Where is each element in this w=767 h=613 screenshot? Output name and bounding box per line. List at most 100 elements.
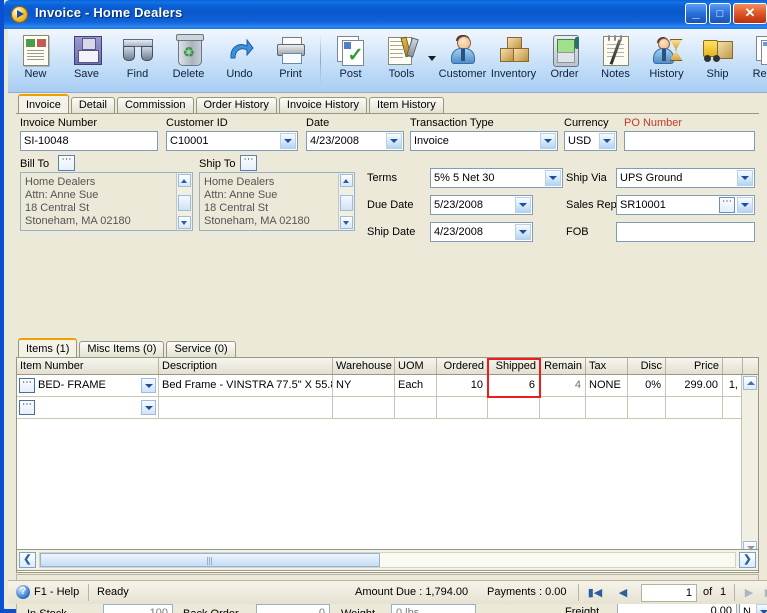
scroll-thumb[interactable] [178,195,191,211]
cell-uom[interactable] [395,397,437,418]
column-header-warehouse[interactable]: Warehouse [333,358,395,374]
table-row[interactable]: ⋯ [17,397,758,419]
ship-to-address[interactable]: Home Dealers Attn: Anne Sue 18 Central St S… [199,172,355,231]
invoice-number-input[interactable]: SI-10048 [20,131,158,151]
cell-shipped[interactable]: 6 [488,375,540,396]
close-button[interactable]: ✕ [733,3,767,24]
toolbar-button-order[interactable]: Order [539,31,590,91]
toolbar-button-save[interactable]: Save [61,31,112,91]
cell-tax[interactable]: NONE [586,375,628,396]
item-lookup-button[interactable]: ⋯ [19,400,35,415]
column-header-tax[interactable]: Tax [586,358,628,374]
cell-ordered[interactable]: 10 [437,375,488,396]
next-record-icon[interactable]: ▶ [739,584,759,602]
cell-item-number[interactable]: ⋯ BED- FRAME [17,375,159,396]
tab-invoice[interactable]: Invoice [18,94,69,113]
scroll-left-icon[interactable]: ❮ [19,552,36,568]
po-number-input[interactable] [624,131,755,151]
toolbar-button-new[interactable]: New [10,31,61,91]
cell-extended[interactable]: 1, [723,375,743,396]
toolbar-button-find[interactable]: Find [112,31,163,91]
scroll-thumb[interactable] [340,195,353,211]
ship-via-combo[interactable]: UPS Ground [616,168,755,188]
cell-item-number[interactable]: ⋯ [17,397,159,418]
item-lookup-button[interactable]: ⋯ [19,378,35,393]
ship-to-lookup-button[interactable]: ⋯ [240,155,257,171]
hscroll-track[interactable] [39,552,736,568]
previous-record-icon[interactable]: ◀ [613,584,633,602]
chevron-down-icon[interactable] [540,133,556,149]
column-header-description[interactable]: Description [159,358,333,374]
cell-description[interactable] [159,397,333,418]
sales-rep-combo[interactable]: SR10001 ⋯ [616,195,755,215]
toolbar-button-history[interactable]: History [641,31,692,91]
chevron-down-icon[interactable] [515,224,531,240]
cell-price[interactable]: 299.00 [666,375,723,396]
sales-rep-lookup-button[interactable]: ⋯ [719,197,735,213]
bill-to-lookup-button[interactable]: ⋯ [58,155,75,171]
cell-uom[interactable]: Each [395,375,437,396]
scroll-up-icon[interactable] [340,174,353,187]
grid-vertical-scrollbar[interactable] [741,375,758,556]
column-header-extended[interactable] [723,358,743,374]
scroll-down-icon[interactable] [340,216,353,229]
transaction-type-combo[interactable]: Invoice [410,131,558,151]
grid-horizontal-scrollbar[interactable]: ❮ ❯ [16,549,759,571]
column-header-item-number[interactable]: Item Number [17,358,159,374]
minimize-button[interactable]: _ [685,3,707,24]
toolbar-button-inventory[interactable]: Inventory [488,31,539,91]
column-header-ordered[interactable]: Ordered [437,358,488,374]
chevron-down-icon[interactable] [141,400,156,415]
tab-order-history[interactable]: Order History [195,97,277,113]
ship-to-scrollbar[interactable] [338,173,354,230]
column-header-price[interactable]: Price [666,358,723,374]
tools-dropdown-caret-icon[interactable] [427,31,437,91]
cell-description[interactable]: Bed Frame - VINSTRA 77.5" X 55.87 [159,375,333,396]
cell-ordered[interactable] [437,397,488,418]
cell-extended[interactable] [723,397,743,418]
tab-invoice-history[interactable]: Invoice History [278,97,368,113]
chevron-down-icon[interactable] [515,197,531,213]
column-header-shipped[interactable]: Shipped [488,358,540,374]
tab-detail[interactable]: Detail [70,97,115,113]
chevron-down-icon[interactable] [545,170,561,186]
chevron-down-icon[interactable] [756,604,767,613]
chevron-down-icon[interactable] [141,378,156,393]
tab-service[interactable]: Service (0) [166,341,236,357]
tab-misc-items[interactable]: Misc Items (0) [79,341,165,357]
table-row[interactable]: ⋯ BED- FRAME Bed Frame - VINSTRA 77.5" X… [17,375,758,397]
toolbar-button-tools[interactable]: Tools [376,31,427,91]
cell-warehouse[interactable]: NY [333,375,395,396]
toolbar-button-ship[interactable]: Ship [692,31,743,91]
date-picker[interactable]: 4/23/2008 [306,131,404,151]
scroll-up-icon[interactable] [743,376,757,390]
chevron-down-icon[interactable] [386,133,402,149]
help-link[interactable]: ? F1 - Help [16,585,79,599]
column-header-remain[interactable]: Remain [540,358,586,374]
scroll-down-icon[interactable] [178,216,191,229]
cell-disc[interactable]: 0% [628,375,666,396]
chevron-down-icon[interactable] [737,197,753,213]
toolbar-button-post[interactable]: ✓ Post [325,31,376,91]
first-record-icon[interactable]: ▮◀ [585,584,605,602]
toolbar-button-customer[interactable]: Customer [437,31,488,91]
toolbar-button-notes[interactable]: Notes [590,31,641,91]
tab-item-history[interactable]: Item History [369,97,444,113]
bill-to-address[interactable]: Home Dealers Attn: Anne Sue 18 Central St S… [20,172,193,231]
currency-combo[interactable]: USD [564,131,617,151]
cell-warehouse[interactable] [333,397,395,418]
record-number-input[interactable]: 1 [641,584,697,602]
chevron-down-icon[interactable] [599,133,615,149]
chevron-down-icon[interactable] [737,170,753,186]
scroll-up-icon[interactable] [178,174,191,187]
hscroll-thumb[interactable] [40,553,380,567]
line-items-grid[interactable]: Item Number Description Warehouse UOM Or… [16,357,759,573]
maximize-button[interactable]: □ [709,3,731,24]
tab-commission[interactable]: Commission [116,97,194,113]
customer-id-combo[interactable]: C10001 [166,131,298,151]
due-date-picker[interactable]: 5/23/2008 [430,195,533,215]
cell-shipped[interactable] [488,397,540,418]
last-record-icon[interactable]: ▶▮ [762,584,767,602]
terms-combo[interactable]: 5% 5 Net 30 [430,168,563,188]
cell-price[interactable] [666,397,723,418]
